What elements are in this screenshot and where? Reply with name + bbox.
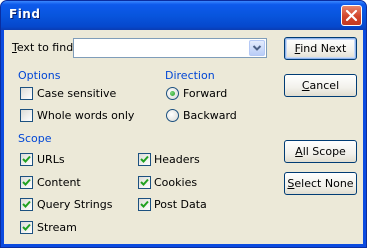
scope-stream-checkbox[interactable]: [20, 221, 33, 234]
checkmark-icon: [22, 178, 31, 186]
all-scope-button[interactable]: All Scope: [284, 140, 357, 163]
forward-label[interactable]: Forward: [183, 87, 227, 100]
radio-selected-dot: [170, 91, 175, 96]
cancel-button[interactable]: Cancel: [284, 74, 357, 97]
dialog-body: Text to find: Options Case sensitive Who…: [4, 30, 363, 244]
scope-content-checkbox[interactable]: [20, 176, 33, 189]
find-dialog: Find Text to find: Options Case sensitiv…: [0, 0, 367, 248]
scope-post-data-checkbox[interactable]: [138, 198, 151, 211]
scope-stream-label[interactable]: Stream: [37, 221, 77, 234]
whole-words-only-checkbox[interactable]: [20, 109, 33, 122]
direction-group-label: Direction: [165, 69, 215, 82]
forward-radio[interactable]: [166, 87, 179, 100]
case-sensitive-checkbox[interactable]: [20, 87, 33, 100]
backward-radio[interactable]: [166, 109, 179, 122]
scope-content-label[interactable]: Content: [37, 176, 81, 189]
text-to-find-combobox[interactable]: [73, 38, 267, 58]
scope-urls-checkbox[interactable]: [20, 153, 33, 166]
find-next-button[interactable]: Find Next: [284, 37, 357, 60]
checkmark-icon: [140, 200, 149, 208]
scope-urls-label[interactable]: URLs: [37, 153, 65, 166]
options-group-label: Options: [18, 69, 61, 82]
checkmark-icon: [22, 223, 31, 231]
backward-label[interactable]: Backward: [183, 109, 237, 122]
close-button[interactable]: [341, 5, 362, 26]
scope-query-strings-label[interactable]: Query Strings: [37, 198, 113, 211]
checkmark-icon: [140, 178, 149, 186]
text-to-find-label: Text to find:: [12, 41, 77, 54]
scope-cookies-checkbox[interactable]: [138, 176, 151, 189]
scope-headers-label[interactable]: Headers: [154, 153, 200, 166]
scope-headers-checkbox[interactable]: [138, 153, 151, 166]
close-icon: [345, 9, 358, 22]
checkmark-icon: [140, 155, 149, 163]
case-sensitive-label[interactable]: Case sensitive: [37, 87, 116, 100]
checkmark-icon: [22, 200, 31, 208]
select-none-button[interactable]: Select None: [284, 172, 357, 195]
checkmark-icon: [22, 155, 31, 163]
scope-cookies-label[interactable]: Cookies: [154, 176, 197, 189]
window-title: Find: [9, 7, 41, 21]
scope-group-label: Scope: [18, 132, 52, 145]
whole-words-only-label[interactable]: Whole words only: [37, 109, 134, 122]
scope-post-data-label[interactable]: Post Data: [154, 198, 207, 211]
combobox-dropdown-button[interactable]: [249, 40, 265, 56]
chevron-down-icon: [252, 45, 262, 51]
scope-query-strings-checkbox[interactable]: [20, 198, 33, 211]
title-bar[interactable]: Find: [1, 1, 366, 30]
